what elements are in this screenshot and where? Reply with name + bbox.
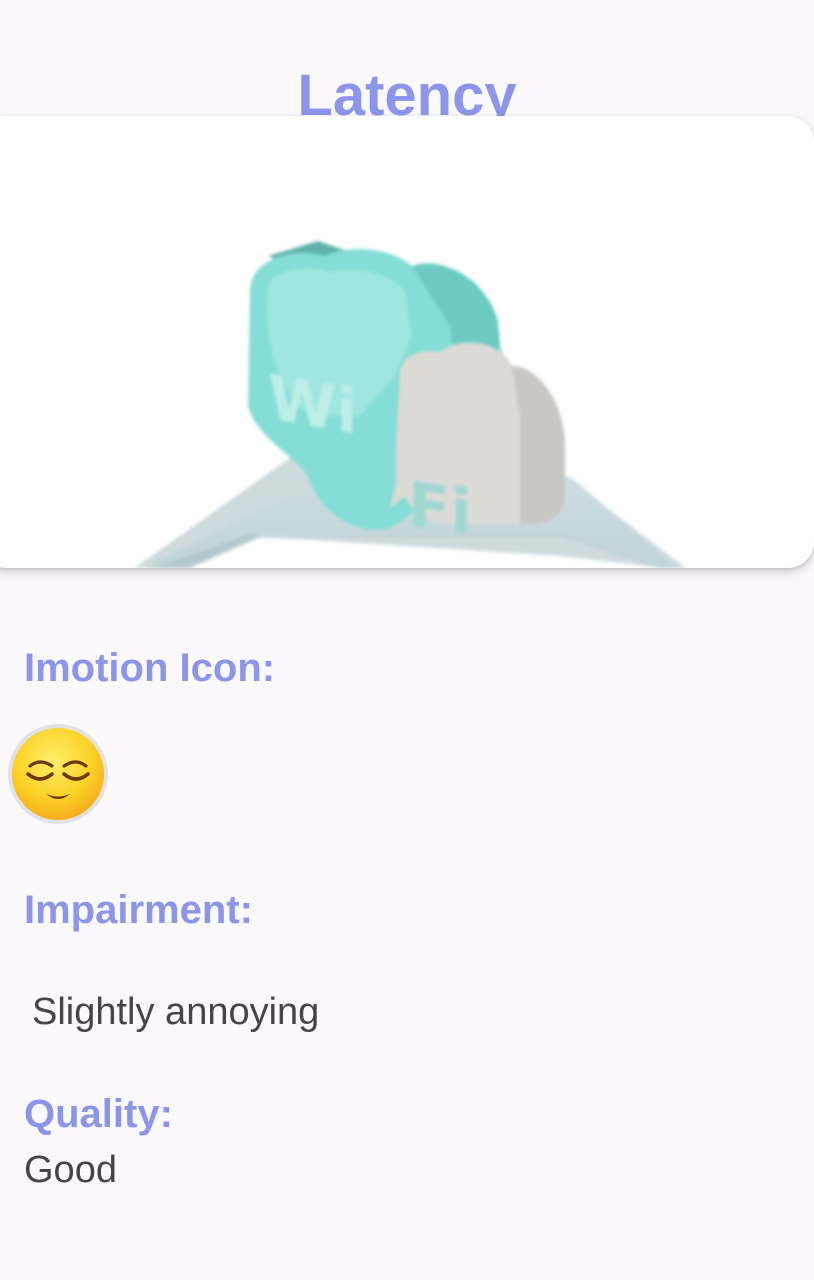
- impairment-value: Slightly annoying: [32, 991, 320, 1033]
- quality-value: Good: [24, 1149, 117, 1191]
- image-text-fi: Fi: [408, 468, 472, 550]
- impairment-label: Impairment:: [24, 888, 253, 932]
- emotion-label: Imotion Icon:: [24, 646, 276, 690]
- quality-label: Quality:: [24, 1092, 173, 1136]
- hero-image-card: Wi Fi: [0, 116, 814, 568]
- relieved-face-icon: [8, 724, 108, 824]
- wifi-cloud-icon: Wi Fi: [134, 241, 687, 568]
